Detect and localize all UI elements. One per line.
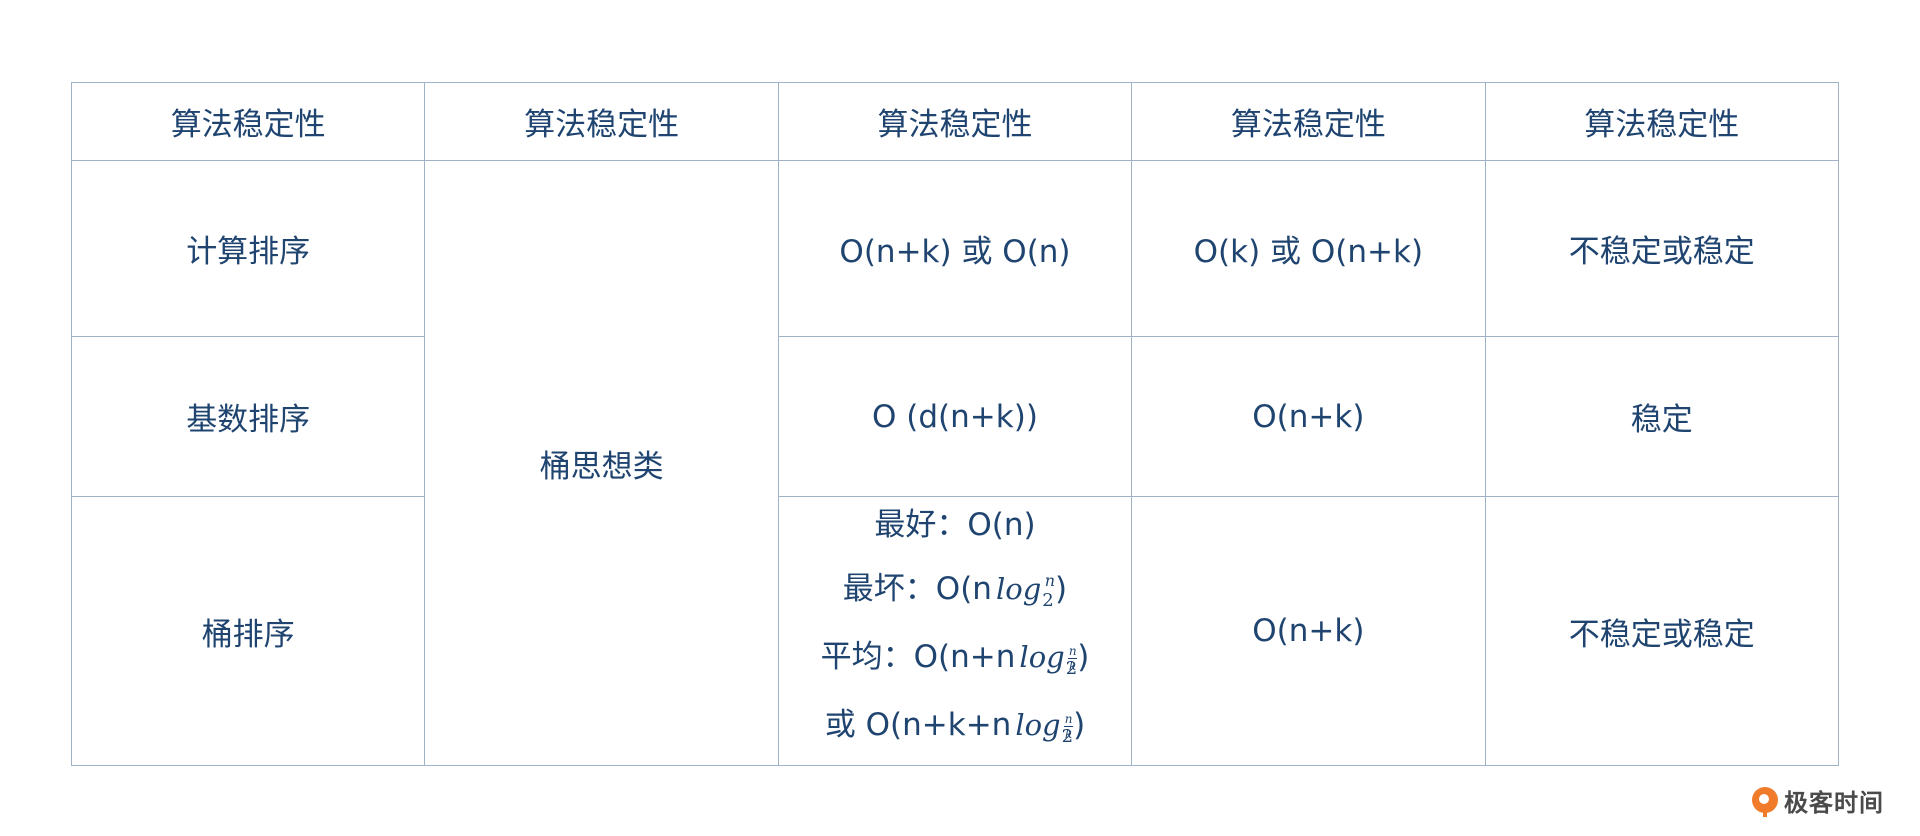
table-header-row: 算法稳定性 算法稳定性 算法稳定性 算法稳定性 算法稳定性: [70, 82, 1840, 161]
header-cell: 算法稳定性: [70, 82, 426, 161]
time-complexity-cell: 最好：O(n) 最坏：O(n log2n) 平均：O(n+n log2 n k) 或 O…: [777, 496, 1133, 766]
average-case-line: 平均：O(n+n log2 n k): [779, 629, 1131, 697]
time-complexity-cell: O(n+k) 或 O(n): [777, 160, 1133, 337]
stability-cell: 不稳定或稳定: [1484, 496, 1840, 766]
worst-case-line: 最坏：O(n log2n): [779, 553, 1131, 629]
log-word: log: [1019, 640, 1065, 674]
log-word: log: [995, 572, 1042, 606]
alternative-case-line: 或 O(n+k+n log2 n k): [779, 697, 1131, 765]
close-paren: ): [1055, 571, 1068, 607]
best-case-line: 最好：O(n): [874, 507, 1036, 543]
close-paren: ): [1077, 639, 1090, 675]
brand-watermark: 极客时间: [1752, 782, 1884, 818]
fraction-denominator: k: [1069, 659, 1077, 673]
space-complexity-cell: O(n+k): [1131, 496, 1486, 766]
log-base: 2: [1042, 590, 1054, 611]
sorting-comparison-table: 算法稳定性 算法稳定性 算法稳定性 算法稳定性 算法稳定性 计算排序 桶思想类 …: [70, 82, 1840, 766]
header-cell: 算法稳定性: [1131, 82, 1486, 161]
close-paren: ): [1073, 707, 1086, 743]
log-formula: log2 n k: [1019, 629, 1078, 697]
fraction-denominator: k: [1064, 727, 1073, 741]
stability-cell: 稳定: [1484, 336, 1840, 497]
stability-cell: 不稳定或稳定: [1484, 160, 1840, 337]
header-cell: 算法稳定性: [777, 82, 1133, 161]
alternative-case-prefix: 或 O(n+k+n: [824, 707, 1012, 743]
log-formula: log2n: [996, 553, 1055, 629]
log-argument: n: [1044, 571, 1056, 590]
average-case-prefix: 平均：O(n+n: [820, 639, 1016, 675]
algorithm-name-cell: 基数排序: [70, 336, 426, 497]
time-complexity-cell: O (d(n+k)): [777, 336, 1133, 497]
table-row: 基数排序 O (d(n+k)) O(n+k) 稳定: [70, 336, 1840, 497]
log-fraction: nk: [1068, 644, 1078, 673]
log-word: log: [1015, 708, 1061, 742]
geektime-logo-icon: [1752, 787, 1778, 817]
fraction-numerator: n: [1068, 644, 1077, 658]
worst-case-prefix: 最坏：O(n: [842, 571, 992, 607]
log-fraction: nk: [1064, 712, 1074, 741]
brand-name: 极客时间: [1784, 788, 1884, 817]
space-complexity-cell: O(k) 或 O(n+k): [1131, 160, 1486, 337]
algorithm-name-cell: 计算排序: [70, 160, 426, 337]
table-row: 计算排序 桶思想类 O(n+k) 或 O(n) O(k) 或 O(n+k) 不稳…: [70, 160, 1840, 766]
header-cell: 算法稳定性: [424, 82, 779, 161]
space-complexity-cell: O(n+k): [1131, 336, 1486, 497]
log-formula: log2 n k: [1015, 697, 1074, 765]
fraction-numerator: n: [1064, 712, 1073, 726]
header-cell: 算法稳定性: [1484, 82, 1840, 161]
group-label-cell: 桶思想类: [424, 160, 779, 766]
algorithm-name-cell: 桶排序: [70, 496, 426, 766]
table-row: 桶排序 最好：O(n) 最坏：O(n log2n) 平均：O(n+n log2 n k)…: [70, 496, 1840, 766]
